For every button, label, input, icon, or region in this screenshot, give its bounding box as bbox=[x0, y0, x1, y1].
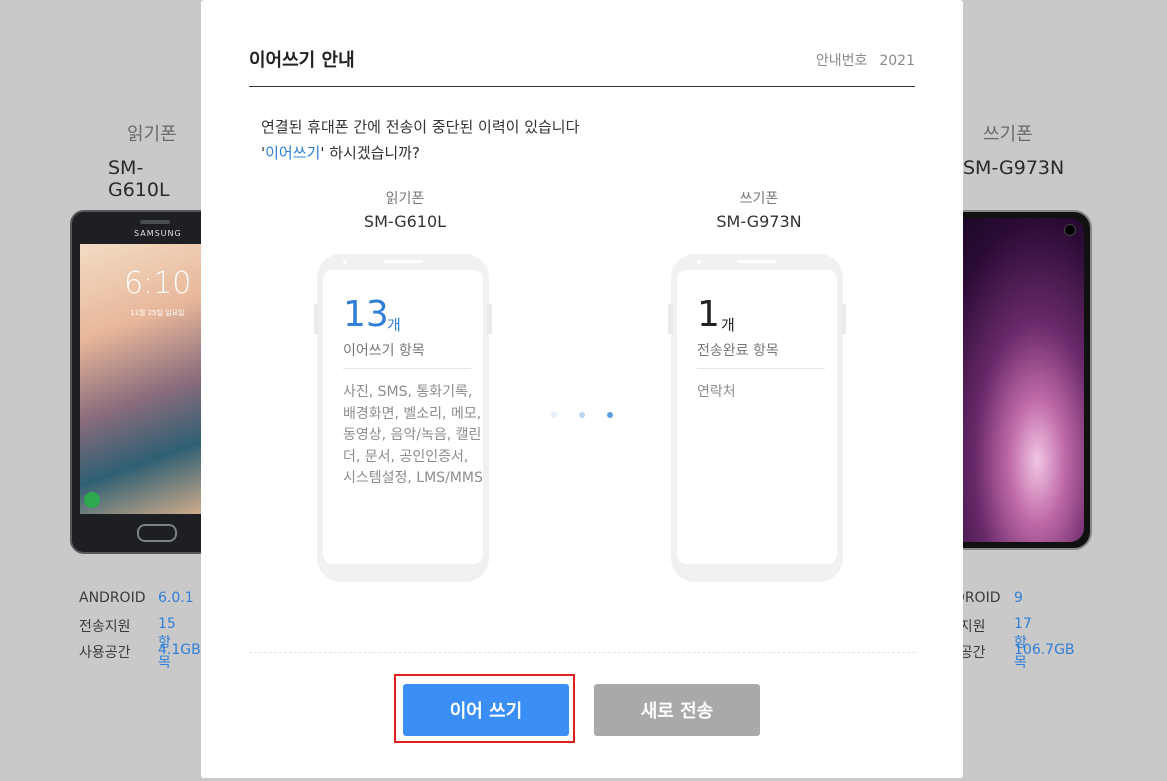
dialog-title: 이어쓰기 안내 bbox=[249, 50, 355, 71]
phone-speaker-notch bbox=[737, 260, 777, 263]
resume-transfer-dialog: 이어쓰기 안내 안내번호 2021 연결된 휴대폰 간에 전송이 중단된 이력이 … bbox=[201, 0, 963, 778]
card-divider bbox=[697, 368, 825, 369]
footer-divider bbox=[249, 652, 915, 653]
phone-sensor-dot bbox=[697, 260, 701, 264]
write-phone-card: 1 개 전송완료 항목 연락처 bbox=[668, 254, 846, 582]
phone-speaker bbox=[140, 220, 170, 224]
read-phone-model-label: SM-G610L bbox=[108, 157, 170, 201]
completed-item-unit: 개 bbox=[721, 316, 735, 334]
completed-item-label: 전송완료 항목 bbox=[697, 343, 779, 359]
write-phone-role: 쓰기폰 bbox=[739, 191, 779, 207]
resume-item-label: 이어쓰기 항목 bbox=[343, 343, 425, 359]
progress-dot-2 bbox=[579, 412, 585, 418]
read-phone-role: 읽기폰 bbox=[385, 191, 425, 207]
write-phone-model: SM-G973N bbox=[716, 212, 802, 231]
resume-item-list: 사진, SMS, 통화기록, 배경화면, 벨소리, 메모, 동영상, 음악/녹음… bbox=[343, 384, 483, 486]
front-camera-icon bbox=[1064, 224, 1076, 236]
phone-speaker-notch bbox=[383, 260, 423, 263]
lock-screen-clock: 6:10 bbox=[124, 266, 192, 301]
completed-item-list: 연락처 bbox=[697, 384, 736, 400]
phone-side-button bbox=[841, 304, 846, 334]
dialog-message-rest: 하시겠습니까? bbox=[324, 144, 420, 162]
home-button bbox=[137, 524, 177, 542]
resume-item-unit: 개 bbox=[387, 316, 401, 334]
resume-item-count: 13 bbox=[343, 294, 389, 335]
phone-sensor-dot bbox=[343, 260, 347, 264]
dialog-message-line2: '이어쓰기' 하시겠습니까? bbox=[261, 142, 420, 163]
phone-side-button bbox=[314, 304, 319, 334]
notice-number-label: 안내번호 bbox=[815, 53, 868, 69]
phone-call-icon bbox=[84, 492, 100, 508]
read-phone-model: SM-G610L bbox=[363, 212, 447, 231]
read-phone-card: 13 개 이어쓰기 항목 사진, SMS, 통화기록, 배경화면, 벨소리, 메… bbox=[314, 254, 492, 582]
read-phone-role-label: 읽기폰 bbox=[127, 124, 177, 145]
phone-brand-label: SAMSUNG bbox=[134, 229, 182, 238]
lock-screen-date: 11월 25일 일요일 bbox=[130, 309, 185, 317]
write-phone-model-label: SM-G973N bbox=[963, 157, 1065, 179]
read-phone-spec-android: ANDROID 6.0.1 bbox=[79, 590, 194, 606]
progress-dot-3 bbox=[607, 412, 613, 418]
read-phone-spec-support: 전송지원 15항목 bbox=[79, 616, 176, 671]
read-phone-spec-storage: 사용공간 4.1GB bbox=[79, 642, 201, 661]
notice-number-value: 2021 bbox=[879, 53, 915, 69]
dialog-message-line1: 연결된 휴대폰 간에 전송이 중단된 이력이 있습니다 bbox=[261, 118, 580, 136]
notice-number: 안내번호 2021 bbox=[816, 50, 915, 70]
completed-item-count: 1 bbox=[697, 294, 720, 335]
new-transfer-button[interactable]: 새로 전송 bbox=[594, 684, 760, 736]
resume-keyword: 이어쓰기 bbox=[265, 144, 321, 162]
title-divider bbox=[249, 86, 915, 87]
phone-side-button bbox=[668, 304, 673, 334]
write-phone-role-label: 쓰기폰 bbox=[983, 124, 1033, 145]
write-phone-card-screen: 1 개 전송완료 항목 연락처 bbox=[677, 270, 837, 564]
card-divider bbox=[343, 368, 471, 369]
phone-side-button bbox=[487, 304, 492, 334]
progress-dot-1 bbox=[551, 412, 557, 418]
read-phone-card-screen: 13 개 이어쓰기 항목 사진, SMS, 통화기록, 배경화면, 벨소리, 메… bbox=[323, 270, 483, 564]
highlight-box bbox=[394, 674, 575, 743]
